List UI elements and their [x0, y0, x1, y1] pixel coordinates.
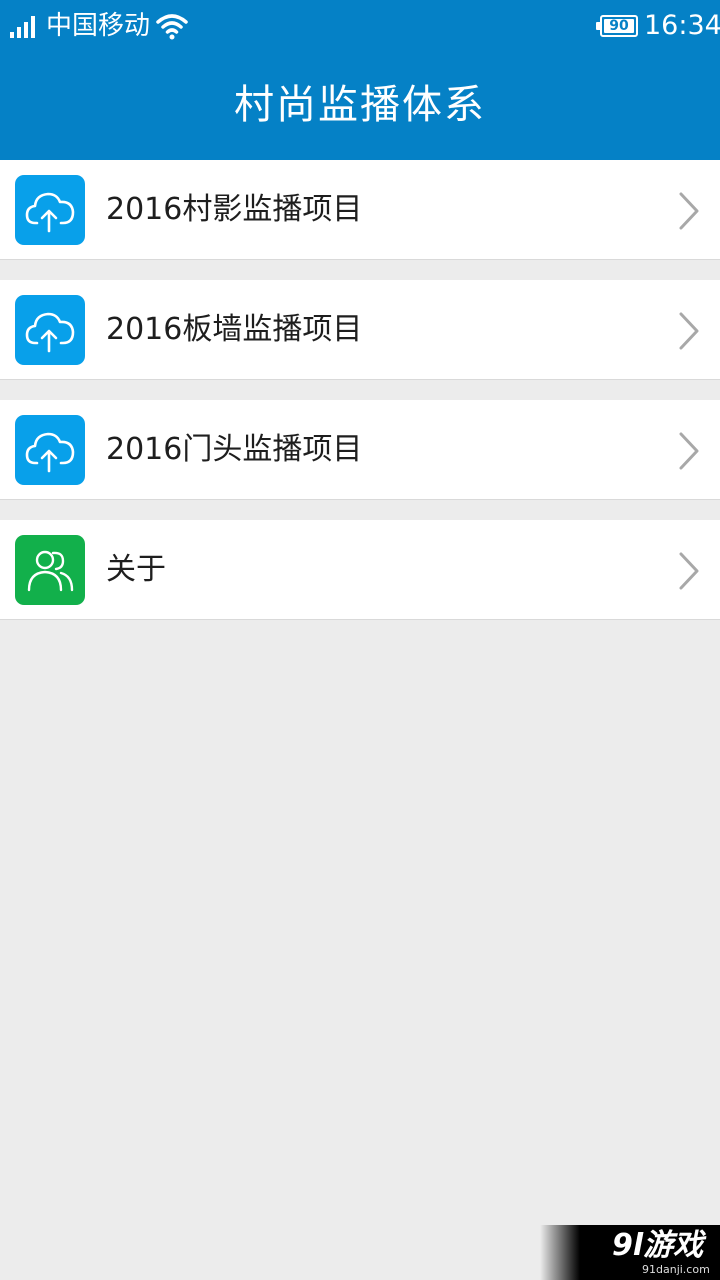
status-time: 16:34	[644, 10, 720, 41]
menu-item-village-screen[interactable]: 2016村影监播项目	[0, 160, 720, 260]
page-title: 村尚监播体系	[234, 82, 486, 128]
menu-item-label: 2016门头监播项目	[106, 432, 363, 467]
cloud-upload-icon	[15, 295, 85, 365]
watermark-site: 91danji.com	[642, 1263, 710, 1276]
chevron-right-icon	[679, 192, 699, 230]
menu-item-wall-board[interactable]: 2016板墙监播项目	[0, 280, 720, 380]
menu-item-storefront[interactable]: 2016门头监播项目	[0, 400, 720, 500]
cloud-upload-icon	[15, 175, 85, 245]
signal-strength-icon	[10, 16, 35, 38]
app-header: 中国移动 90 16:34 村尚监播体系	[0, 0, 720, 160]
menu-item-about[interactable]: 关于	[0, 520, 720, 620]
wifi-icon	[156, 14, 188, 40]
chevron-right-icon	[679, 552, 699, 590]
battery-icon: 90	[596, 15, 638, 37]
status-bar: 中国移动 90 16:34	[0, 0, 720, 52]
chevron-right-icon	[679, 432, 699, 470]
people-icon	[15, 535, 85, 605]
menu-item-label: 关于	[106, 552, 166, 587]
watermark-logo: 9l游戏	[612, 1228, 704, 1263]
cloud-upload-icon	[15, 415, 85, 485]
carrier-name: 中国移动	[46, 11, 151, 41]
menu-item-label: 2016村影监播项目	[106, 192, 363, 227]
battery-level: 90	[604, 19, 634, 33]
menu-item-label: 2016板墙监播项目	[106, 312, 363, 347]
chevron-right-icon	[679, 312, 699, 350]
